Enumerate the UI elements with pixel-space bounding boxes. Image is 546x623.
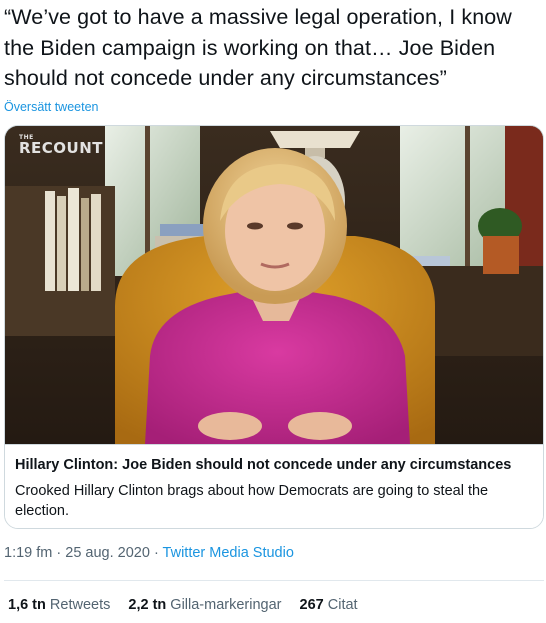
translate-tweet-link[interactable]: Översätt tweeten bbox=[4, 100, 99, 114]
card-body[interactable]: Hillary Clinton: Joe Biden should not co… bbox=[5, 444, 543, 528]
likes-count: 2,2 tn bbox=[128, 597, 167, 613]
meta-separator: · bbox=[149, 545, 163, 561]
card-title: Hillary Clinton: Joe Biden should not co… bbox=[15, 457, 512, 473]
likes-label: Gilla-markeringar bbox=[170, 597, 282, 613]
stats-divider bbox=[4, 580, 544, 581]
link-card[interactable]: THE RECOUNT Hillary Clinton: Joe Biden s… bbox=[4, 125, 544, 529]
meta-separator: · bbox=[52, 545, 66, 561]
tweet-detail: “We’ve got to have a massive legal opera… bbox=[0, 0, 546, 623]
tweet-source-link[interactable]: Twitter Media Studio bbox=[163, 545, 294, 561]
retweets-count: 1,6 tn bbox=[8, 597, 46, 613]
quotes-stat[interactable]: 267 Citat bbox=[300, 597, 358, 613]
retweets-stat[interactable]: 1,6 tn Retweets bbox=[8, 597, 110, 613]
likes-stat[interactable]: 2,2 tn Gilla-markeringar bbox=[128, 597, 281, 613]
tweet-time[interactable]: 1:19 fm bbox=[4, 545, 52, 561]
quotes-count: 267 bbox=[299, 597, 324, 613]
card-description: Crooked Hillary Clinton brags about how … bbox=[15, 483, 489, 519]
card-video-thumbnail[interactable]: THE RECOUNT bbox=[5, 126, 543, 444]
video-frame-image bbox=[5, 126, 543, 444]
tweet-stats: 1,6 tn Retweets 2,2 tn Gilla-markeringar… bbox=[8, 597, 372, 613]
tweet-date[interactable]: 25 aug. 2020 bbox=[65, 545, 150, 561]
quotes-label: Citat bbox=[327, 597, 358, 613]
the-recount-logo: THE RECOUNT bbox=[19, 134, 104, 157]
tweet-text: “We’ve got to have a massive legal opera… bbox=[4, 5, 512, 90]
tweet-metadata: 1:19 fm · 25 aug. 2020 · Twitter Media S… bbox=[4, 545, 294, 561]
retweets-label: Retweets bbox=[49, 597, 111, 613]
